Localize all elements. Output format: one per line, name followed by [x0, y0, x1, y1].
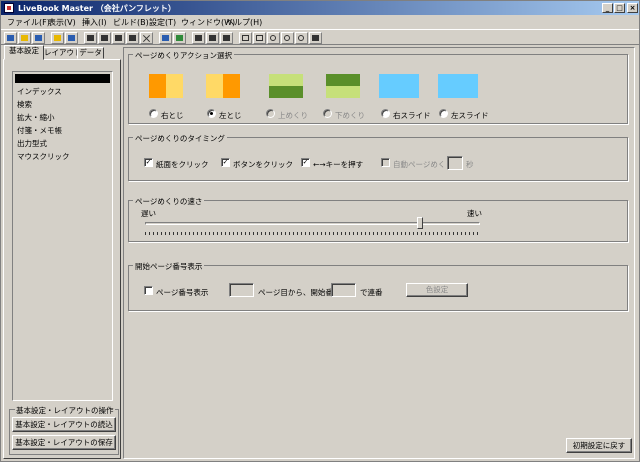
- checkbox-click-paper[interactable]: ✓: [144, 158, 153, 167]
- reset-defaults-button[interactable]: 初期設定に戻す: [566, 438, 632, 453]
- list-item-index[interactable]: インデックス: [17, 86, 62, 97]
- label-auto-flip: 自動ページめくり: [393, 160, 453, 169]
- radio-slide-left[interactable]: [439, 109, 448, 118]
- table-icon[interactable]: [253, 32, 266, 44]
- seconds-unit-label: 秒: [466, 160, 474, 169]
- radio-right-bind[interactable]: [149, 109, 158, 118]
- list-item-output-format[interactable]: 出力型式: [17, 138, 47, 149]
- new-file-icon[interactable]: [4, 32, 17, 44]
- serial-label: で連番: [360, 288, 383, 297]
- menu-view[interactable]: 表示(V): [48, 17, 76, 28]
- minimize-button[interactable]: _: [602, 3, 613, 13]
- bold-icon[interactable]: [192, 32, 205, 44]
- page-flip-speed-title: ページめくりの速さ: [133, 196, 205, 207]
- publish-icon[interactable]: [173, 32, 186, 44]
- settings-list[interactable]: インデックス 検索 拡大・縮小 付箋・メモ帳 出力型式 マウスクリック: [12, 71, 113, 401]
- zoom-in-icon[interactable]: [267, 32, 280, 44]
- list-item-search[interactable]: 検索: [17, 99, 32, 110]
- open-folder-icon[interactable]: [18, 32, 31, 44]
- list-item-sticky-memo[interactable]: 付箋・メモ帳: [17, 125, 62, 136]
- list-item-zoom[interactable]: 拡大・縮小: [17, 112, 55, 123]
- menu-file[interactable]: ファイル(F): [7, 17, 50, 28]
- radio-flip-up[interactable]: [266, 109, 275, 118]
- grid-icon[interactable]: [220, 32, 233, 44]
- title-bar: LiveBook Master （会社パンフレット） _ □ ×: [1, 1, 639, 15]
- speed-slider-track[interactable]: [145, 222, 480, 225]
- right-bind-thumbnail: [149, 74, 183, 98]
- window-title: LiveBook Master （会社パンフレット）: [18, 4, 176, 13]
- label-click-paper: 紙面をクリック: [156, 160, 209, 169]
- label-arrow-keys: ←→キーを押す: [313, 160, 364, 169]
- fast-label: 速い: [467, 209, 482, 218]
- maximize-button[interactable]: □: [614, 3, 625, 13]
- save-settings-button[interactable]: 基本設定・レイアウトの保存: [12, 435, 116, 450]
- build-icon[interactable]: [159, 32, 172, 44]
- label-left-bind: 左とじ: [219, 111, 242, 120]
- toolbar: [1, 29, 639, 45]
- layout-operations-title: 基本設定・レイアウトの操作: [15, 405, 115, 416]
- slide-right-thumbnail: [379, 74, 419, 98]
- frame-icon[interactable]: [239, 32, 252, 44]
- menu-insert[interactable]: 挿入(I): [82, 17, 107, 28]
- left-bind-thumbnail: [206, 74, 240, 98]
- speed-slider-ticks: [145, 232, 480, 235]
- checkbox-auto-flip[interactable]: [381, 158, 390, 167]
- from-label: ページ目から、開始番号: [258, 288, 341, 297]
- slow-label: 遅い: [141, 209, 156, 218]
- tab-layout[interactable]: レイアウト: [43, 47, 82, 59]
- search-icon[interactable]: [295, 32, 308, 44]
- start-number-field[interactable]: [331, 283, 356, 297]
- app-window: LiveBook Master （会社パンフレット） _ □ × ファイル(F)…: [0, 0, 640, 462]
- speed-slider-thumb[interactable]: [416, 217, 423, 229]
- label-flip-up: 上めくり: [278, 111, 308, 120]
- preview-icon[interactable]: [65, 32, 78, 44]
- tab-data[interactable]: データ: [77, 47, 104, 59]
- label-slide-right: 右スライド: [393, 111, 431, 120]
- checkbox-show-page-number[interactable]: [144, 286, 153, 295]
- page-copy-icon[interactable]: [112, 32, 125, 44]
- tab-basic-settings[interactable]: 基本設定: [4, 45, 44, 60]
- page-move-icon[interactable]: [126, 32, 139, 44]
- color-settings-button[interactable]: 色設定: [406, 283, 468, 297]
- label-right-bind: 右とじ: [161, 111, 184, 120]
- page-icon[interactable]: [84, 32, 97, 44]
- page-flip-action-group: [128, 54, 628, 124]
- flip-down-thumbnail: [326, 74, 360, 98]
- radio-left-bind[interactable]: [207, 109, 216, 118]
- list-item-mouse-click[interactable]: マウスクリック: [17, 151, 70, 162]
- checkbox-arrow-keys[interactable]: ✓: [301, 158, 310, 167]
- auto-flip-seconds-field[interactable]: [447, 156, 463, 170]
- page-from-field[interactable]: [229, 283, 254, 297]
- label-show-page-number: ページ番号表示: [156, 288, 209, 297]
- checkbox-click-button[interactable]: ✓: [221, 158, 230, 167]
- app-icon: [4, 3, 14, 13]
- zoom-out-icon[interactable]: [281, 32, 294, 44]
- load-settings-button[interactable]: 基本設定・レイアウトの読込: [12, 417, 116, 432]
- close-button[interactable]: ×: [627, 3, 638, 13]
- delete-icon[interactable]: [140, 32, 153, 44]
- slide-left-thumbnail: [438, 74, 478, 98]
- page-flip-action-title: ページめくりアクション選択: [133, 50, 234, 61]
- menu-bar: ファイル(F) 表示(V) 挿入(I) ビルド(B) 設定(T) ウィンドウ(W…: [1, 15, 639, 29]
- menu-build[interactable]: ビルド(B): [113, 17, 149, 28]
- page-insert-icon[interactable]: [98, 32, 111, 44]
- open-book-icon[interactable]: [51, 32, 64, 44]
- radio-flip-down[interactable]: [323, 109, 332, 118]
- label-flip-down: 下めくり: [335, 111, 365, 120]
- stop-icon[interactable]: [309, 32, 322, 44]
- label-slide-left: 左スライド: [451, 111, 489, 120]
- radio-slide-right[interactable]: [381, 109, 390, 118]
- menu-help[interactable]: ヘルプ(H): [226, 17, 262, 28]
- flip-up-thumbnail: [269, 74, 303, 98]
- label-click-button: ボタンをクリック: [233, 160, 293, 169]
- page-flip-timing-title: ページめくりのタイミング: [133, 133, 227, 144]
- save-icon[interactable]: [32, 32, 45, 44]
- text-icon[interactable]: [206, 32, 219, 44]
- start-page-number-title: 開始ページ番号表示: [133, 261, 205, 272]
- selected-list-item[interactable]: [15, 74, 110, 83]
- menu-settings[interactable]: 設定(T): [149, 17, 176, 28]
